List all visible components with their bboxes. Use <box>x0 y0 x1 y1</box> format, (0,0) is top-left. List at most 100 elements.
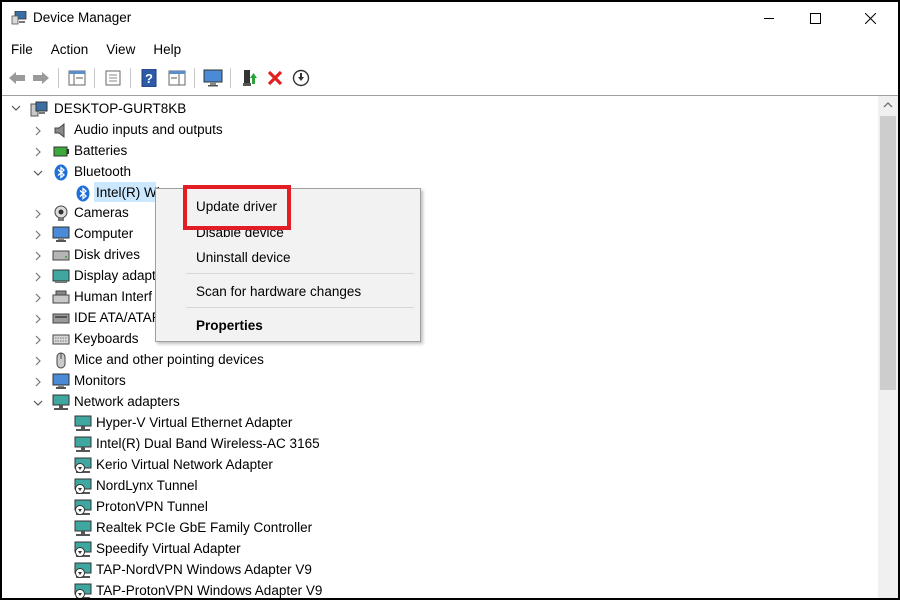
back-arrow-icon <box>9 72 25 84</box>
category-ide-ata[interactable]: IDE ATA/ATAPI <box>74 308 165 328</box>
menu-help[interactable]: Help <box>144 39 190 61</box>
device-tree: DESKTOP-GURT8KB Audio inputs and outputs… <box>2 96 878 598</box>
help-toolbar-button[interactable]: ? <box>138 67 160 89</box>
vertical-scrollbar[interactable] <box>878 96 898 598</box>
chevron-right-icon <box>35 209 41 219</box>
expand-chevron[interactable] <box>33 251 43 261</box>
scan-hardware-button[interactable] <box>202 67 224 89</box>
install-toolbar-button[interactable] <box>290 67 312 89</box>
help-icon: ? <box>141 69 157 87</box>
toolbar: ? <box>2 64 898 92</box>
chevron-right-icon <box>35 377 41 387</box>
battery-icon <box>53 146 69 157</box>
category-mice[interactable]: Mice and other pointing devices <box>74 350 264 370</box>
collapse-root-chevron[interactable] <box>11 103 21 113</box>
menu-uninstall-device[interactable]: Uninstall device <box>196 250 291 265</box>
svg-text:?: ? <box>145 71 153 86</box>
chevron-down-icon <box>33 170 43 176</box>
adapter-tap-nordvpn[interactable]: TAP-NordVPN Windows Adapter V9 <box>96 560 312 580</box>
device-intel-wireless-bluetooth[interactable]: Intel(R) Wi <box>96 183 160 203</box>
menu-view[interactable]: View <box>97 39 144 61</box>
category-human-interface[interactable]: Human Interf <box>74 287 152 307</box>
toolbar-separator <box>94 68 95 88</box>
hid-icon <box>52 290 70 304</box>
expand-chevron[interactable] <box>33 356 43 366</box>
collapse-chevron[interactable] <box>33 398 43 408</box>
category-computer[interactable]: Computer <box>74 224 133 244</box>
monitor-icon <box>52 226 70 242</box>
expand-chevron[interactable] <box>33 147 43 157</box>
category-network-adapters[interactable]: Network adapters <box>74 392 180 412</box>
show-hide-console-tree-button[interactable] <box>66 67 88 89</box>
expand-chevron[interactable] <box>33 293 43 303</box>
forward-button[interactable] <box>30 67 52 89</box>
tree-root-label[interactable]: DESKTOP-GURT8KB <box>54 99 186 119</box>
network-adapter-icon <box>52 394 70 410</box>
bluetooth-icon <box>76 185 90 202</box>
category-cameras[interactable]: Cameras <box>74 203 129 223</box>
adapter-kerio[interactable]: Kerio Virtual Network Adapter <box>96 455 273 475</box>
network-adapter-disabled-icon <box>74 478 92 494</box>
category-bluetooth[interactable]: Bluetooth <box>74 162 131 182</box>
chevron-down-icon <box>11 105 21 111</box>
category-keyboards[interactable]: Keyboards <box>74 329 139 349</box>
toolbar-separator <box>230 68 231 88</box>
properties-toolbar-button[interactable] <box>102 67 124 89</box>
adapter-intel-wireless[interactable]: Intel(R) Dual Band Wireless-AC 3165 <box>96 434 320 454</box>
category-audio[interactable]: Audio inputs and outputs <box>74 120 223 140</box>
category-batteries[interactable]: Batteries <box>74 141 127 161</box>
adapter-protonvpn[interactable]: ProtonVPN Tunnel <box>96 497 208 517</box>
chevron-right-icon <box>35 126 41 136</box>
menu-bar: File Action View Help <box>2 39 190 61</box>
category-disk-drives[interactable]: Disk drives <box>74 245 140 265</box>
expand-chevron[interactable] <box>33 230 43 240</box>
monitor-icon <box>52 373 70 389</box>
scrollbar-thumb[interactable] <box>880 116 896 390</box>
chevron-right-icon <box>35 335 41 345</box>
minimize-button[interactable] <box>746 2 792 34</box>
monitor-scan-icon <box>203 69 223 87</box>
action-pane-button[interactable] <box>166 67 188 89</box>
mouse-icon <box>56 352 66 369</box>
chevron-down-icon <box>33 400 43 406</box>
network-adapter-icon <box>74 520 92 536</box>
adapter-realtek[interactable]: Realtek PCIe GbE Family Controller <box>96 518 312 538</box>
forward-arrow-icon <box>33 72 49 84</box>
uninstall-toolbar-button[interactable] <box>264 67 286 89</box>
bluetooth-icon <box>54 164 68 181</box>
scroll-up-button[interactable] <box>878 96 898 114</box>
expand-chevron[interactable] <box>33 314 43 324</box>
menu-properties[interactable]: Properties <box>196 318 263 333</box>
window-title: Device Manager <box>33 10 132 25</box>
menu-file[interactable]: File <box>2 39 42 61</box>
adapter-speedify[interactable]: Speedify Virtual Adapter <box>96 539 241 559</box>
expand-chevron[interactable] <box>33 377 43 387</box>
console-tree-icon <box>68 70 86 86</box>
collapse-chevron[interactable] <box>33 168 43 178</box>
update-driver-toolbar-button[interactable] <box>238 67 260 89</box>
expand-chevron[interactable] <box>33 272 43 282</box>
back-button[interactable] <box>6 67 28 89</box>
expand-chevron[interactable] <box>33 209 43 219</box>
close-button[interactable] <box>847 2 893 34</box>
properties-sheet-icon <box>105 70 121 86</box>
expand-chevron[interactable] <box>33 126 43 136</box>
network-adapter-disabled-icon <box>74 562 92 578</box>
menu-scan-hardware[interactable]: Scan for hardware changes <box>196 284 361 299</box>
adapter-tap-protonvpn[interactable]: TAP-ProtonVPN Windows Adapter V9 <box>96 581 322 598</box>
display-adapter-icon <box>52 269 70 283</box>
minimize-icon <box>763 17 774 19</box>
chevron-right-icon <box>35 356 41 366</box>
network-adapter-disabled-icon <box>74 541 92 557</box>
adapter-hyper-v[interactable]: Hyper-V Virtual Ethernet Adapter <box>96 413 292 433</box>
ide-controller-icon <box>52 313 70 324</box>
maximize-button[interactable] <box>792 2 838 34</box>
category-monitors[interactable]: Monitors <box>74 371 126 391</box>
adapter-nordlynx[interactable]: NordLynx Tunnel <box>96 476 198 496</box>
category-display-adapters[interactable]: Display adapt <box>74 266 156 286</box>
menu-action[interactable]: Action <box>42 39 98 61</box>
expand-chevron[interactable] <box>33 335 43 345</box>
title-bar: Device Manager <box>2 2 898 34</box>
chevron-up-icon <box>883 102 893 108</box>
chevron-right-icon <box>35 272 41 282</box>
